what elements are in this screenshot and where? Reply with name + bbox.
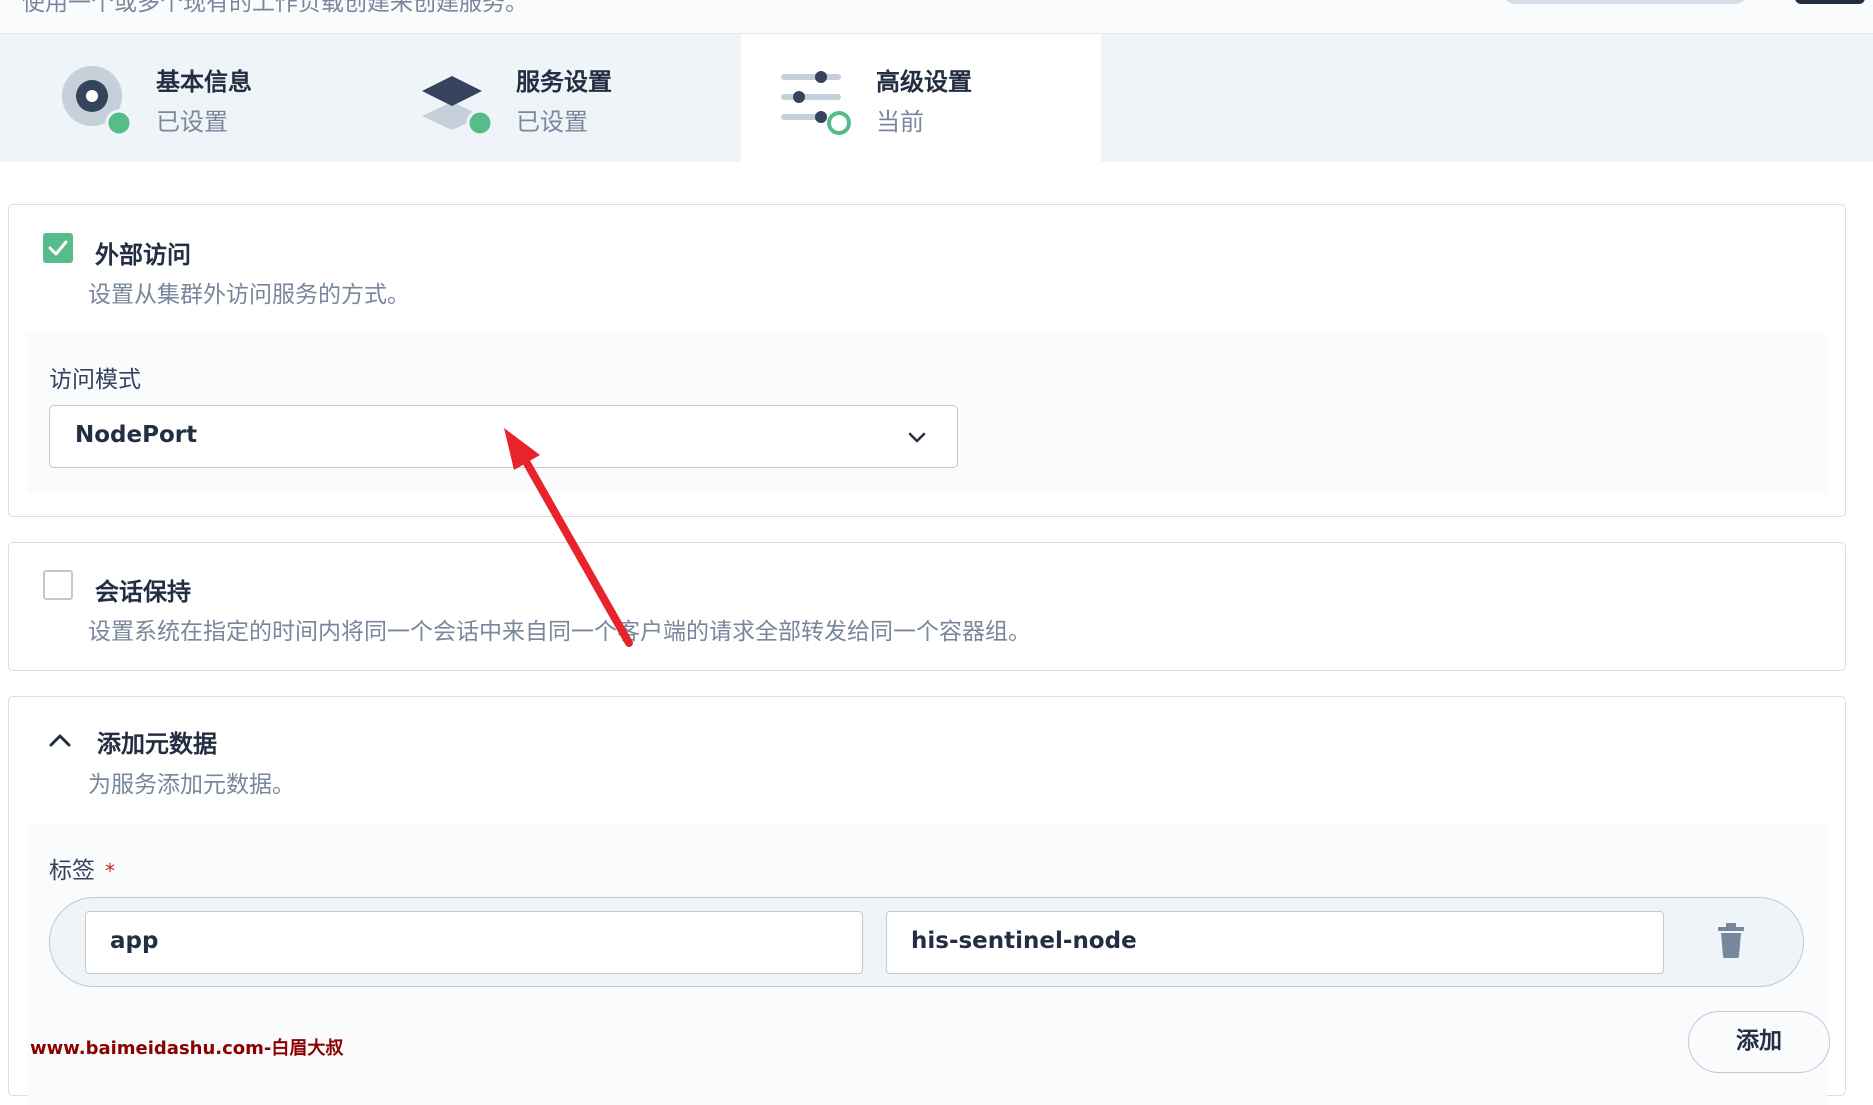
page-description: 使用一个或多个现有的工作负载创建来创建服务。 [22, 0, 528, 16]
session-affinity-card: 会话保持 设置系统在指定的时间内将同一个会话中来自同一个客户端的请求全部转发给同… [8, 542, 1846, 671]
external-access-description: 设置从集群外访问服务的方式。 [88, 282, 410, 308]
access-mode-label: 访问模式 [49, 367, 141, 393]
page-header: 使用一个或多个现有的工作负载创建来创建服务。 [0, 0, 1873, 34]
step-title: 基本信息 [156, 68, 252, 96]
check-icon [48, 240, 68, 256]
step-status: 已设置 [516, 108, 588, 136]
label-row: app his-sentinel-node [49, 897, 1804, 987]
chevron-up-icon[interactable] [47, 727, 73, 753]
labels-label-text: 标签 [49, 858, 95, 884]
access-mode-panel: 访问模式 NodePort [27, 333, 1827, 493]
step-title: 高级设置 [876, 68, 972, 96]
settings-disc-icon [62, 66, 133, 137]
step-advanced-settings[interactable]: 高级设置 当前 [741, 34, 1101, 162]
header-primary-button[interactable] [1795, 0, 1865, 4]
chevron-down-icon [908, 432, 926, 443]
session-affinity-checkbox[interactable] [43, 570, 73, 600]
access-mode-select[interactable]: NodePort [49, 405, 958, 468]
session-affinity-title: 会话保持 [95, 578, 191, 606]
step-basic-info[interactable]: 基本信息 已设置 [0, 34, 360, 162]
label-key-input[interactable]: app [85, 911, 863, 974]
labels-label: 标签 * [49, 851, 115, 885]
external-access-title: 外部访问 [95, 241, 191, 269]
header-secondary-button[interactable] [1500, 0, 1750, 4]
trash-icon[interactable] [1716, 922, 1746, 960]
step-service-settings[interactable]: 服务设置 已设置 [360, 34, 720, 162]
watermark-text: www.baimeidashu.com-白眉大叔 [30, 1038, 344, 1059]
external-access-checkbox[interactable] [43, 233, 73, 263]
label-value-input[interactable]: his-sentinel-node [886, 911, 1664, 974]
sliders-icon [781, 71, 851, 135]
wizard-steps: 基本信息 已设置 服务设置 已设置 高级设置 当前 [0, 34, 1873, 162]
labels-panel: 标签 * app his-sentinel-node 添加 [27, 825, 1830, 1105]
step-status: 已设置 [156, 108, 228, 136]
required-mark: * [105, 859, 115, 883]
add-label-button[interactable]: 添加 [1688, 1011, 1830, 1073]
external-access-card: 外部访问 设置从集群外访问服务的方式。 访问模式 NodePort [8, 204, 1846, 517]
metadata-title: 添加元数据 [97, 730, 217, 758]
access-mode-value: NodePort [75, 422, 198, 448]
step-status: 当前 [876, 108, 924, 136]
session-affinity-description: 设置系统在指定的时间内将同一个会话中来自同一个客户端的请求全部转发给同一个容器组… [88, 619, 1031, 645]
metadata-description: 为服务添加元数据。 [88, 772, 295, 798]
layers-icon [422, 76, 494, 137]
step-title: 服务设置 [516, 68, 612, 96]
